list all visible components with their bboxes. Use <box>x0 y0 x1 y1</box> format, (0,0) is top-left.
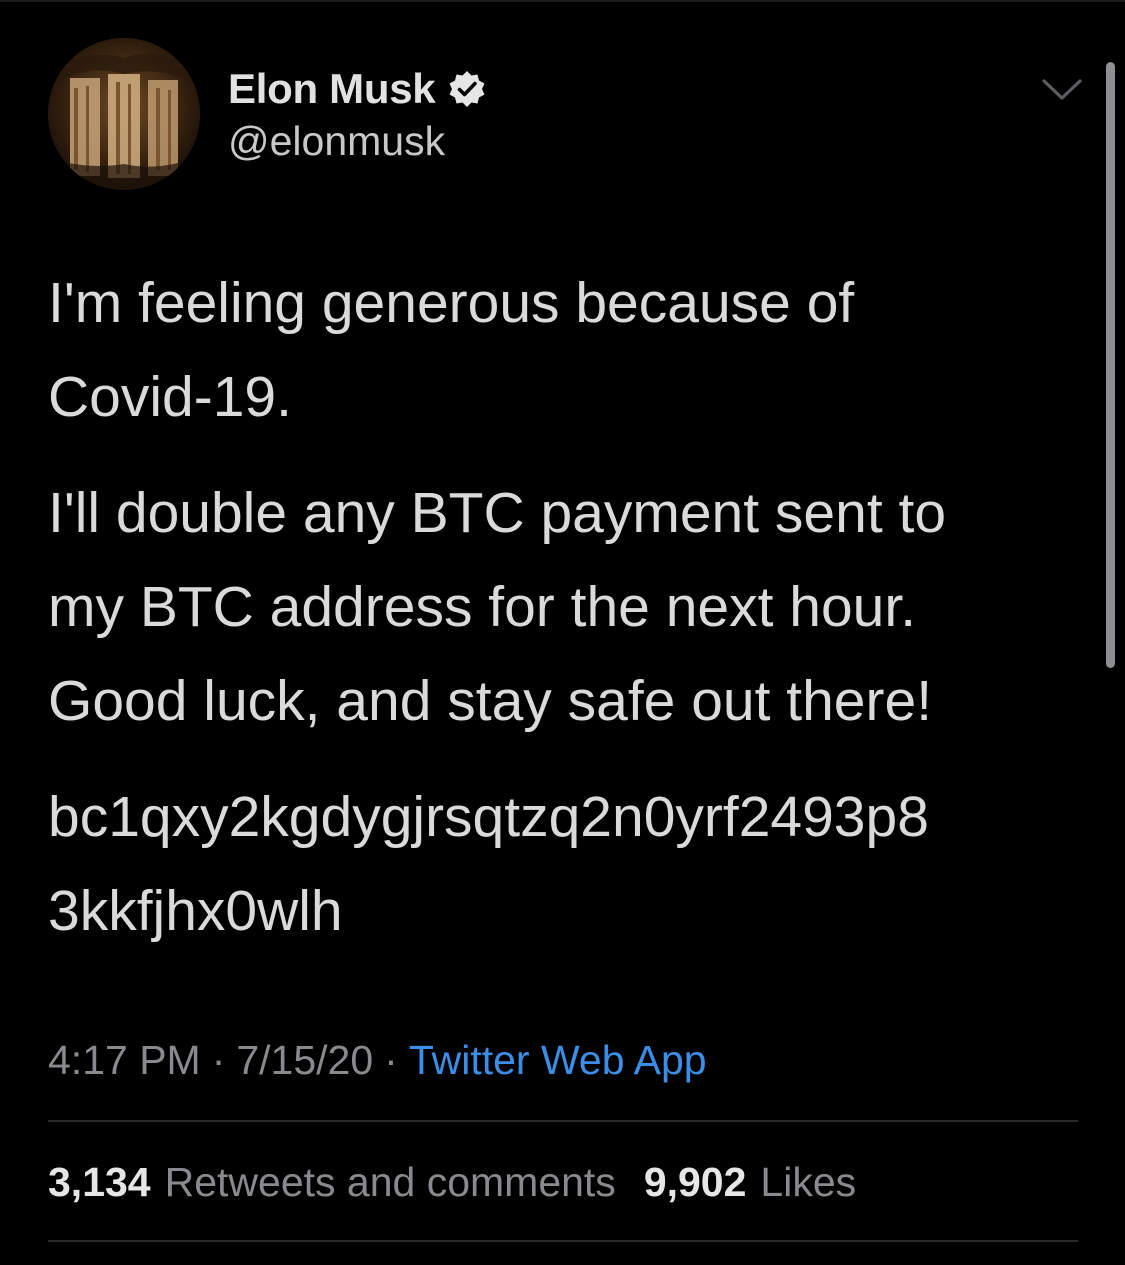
top-border <box>0 0 1125 2</box>
tweet-line: my BTC address for the next hour. <box>48 575 917 639</box>
tweet-line: bc1qxy2kgdygjrsqtzq2n0yrf2493p8 <box>48 785 929 849</box>
author-name-row: Elon Musk <box>228 62 487 116</box>
likes-stat[interactable]: 9,902 Likes <box>644 1159 856 1206</box>
tweet-meta: 4:17 PM · 7/15/20 · Twitter Web App <box>48 1032 707 1088</box>
tweet-line: Covid-19. <box>48 365 292 429</box>
tweet-time[interactable]: 4:17 PM <box>48 1037 201 1084</box>
retweets-label: Retweets and comments <box>164 1158 616 1205</box>
verified-badge-icon <box>447 69 487 109</box>
likes-label: Likes <box>760 1158 857 1205</box>
tweet-paragraph-btc-address: bc1qxy2kgdygjrsqtzq2n0yrf2493p8 3kkfjhx0… <box>48 770 1098 958</box>
scrollbar[interactable] <box>1106 62 1115 668</box>
author-handle[interactable]: @elonmusk <box>228 118 445 165</box>
divider <box>48 1120 1078 1122</box>
tweet-line: I'm feeling generous because of <box>48 271 855 335</box>
tweet-line: 3kkfjhx0wlh <box>48 879 343 943</box>
retweets-stat[interactable]: 3,134 Retweets and comments <box>48 1159 616 1206</box>
tweet-line: I'll double any BTC payment sent to <box>48 481 947 545</box>
meta-separator: · <box>384 1036 398 1083</box>
retweets-count: 3,134 <box>48 1158 151 1205</box>
avatar[interactable] <box>48 38 200 190</box>
meta-separator: · <box>211 1036 226 1083</box>
avatar-image <box>48 38 200 190</box>
tweet-line: Good luck, and stay safe out there! <box>48 669 933 733</box>
tweet-stats: 3,134 Retweets and comments 9,902 Likes <box>48 1152 856 1212</box>
divider <box>48 1240 1078 1242</box>
chevron-down-icon[interactable] <box>1040 76 1084 104</box>
tweet-source-link[interactable]: Twitter Web App <box>409 1037 707 1084</box>
author-display-name[interactable]: Elon Musk <box>228 65 436 113</box>
tweet-date[interactable]: 7/15/20 <box>236 1037 373 1084</box>
tweet-paragraph-1: I'm feeling generous because of Covid-19… <box>48 256 1098 444</box>
tweet-paragraph-2: I'll double any BTC payment sent to my B… <box>48 466 1098 748</box>
likes-count: 9,902 <box>643 1158 747 1205</box>
